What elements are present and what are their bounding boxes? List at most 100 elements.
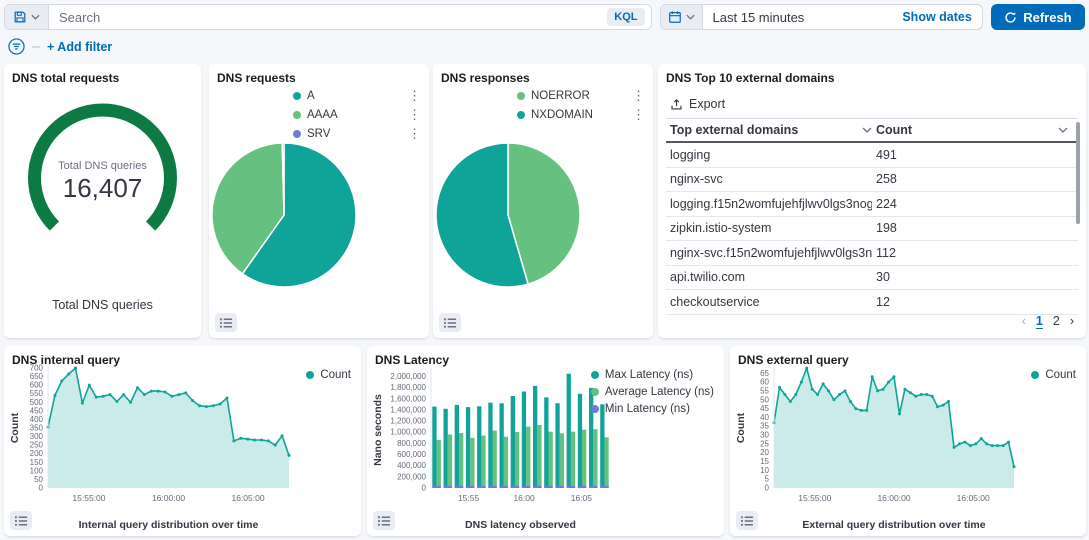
legend-dot [517,111,525,119]
pagination-page-1[interactable]: 1 [1036,314,1043,328]
cell-count: 491 [872,148,1078,162]
time-range-label[interactable]: Last 15 minutes [713,10,805,25]
calendar-icon [668,10,682,24]
legend-toggle-button[interactable] [439,313,461,332]
refresh-icon [1004,11,1017,24]
date-quick-select-button[interactable] [661,5,703,29]
svg-text:1,400,000: 1,400,000 [390,405,426,414]
panel-dns-external-query: DNS external query 051015202530354045505… [730,346,1086,536]
gauge-footer-label: Total DNS queries [4,298,201,312]
cell-domain: api.twilio.com [666,270,872,284]
svg-text:200: 200 [30,449,44,458]
legend-label: Count [320,369,351,381]
legend-item-count[interactable]: Count [1031,369,1076,381]
export-button[interactable]: Export [670,97,725,111]
panel-dns-internal-query: DNS internal query 050100150200250300350… [4,346,361,536]
legend-dot [293,130,301,138]
svg-text:25: 25 [760,439,769,448]
panel-dns-requests: DNS requests A⋮AAAA⋮SRV⋮ [209,64,429,338]
legend-actions-icon[interactable]: ⋮ [408,129,421,139]
svg-text:30: 30 [760,431,769,440]
show-dates-button[interactable]: Show dates [902,10,971,24]
svg-text:16:00:00: 16:00:00 [152,493,185,503]
svg-text:150: 150 [30,458,44,467]
table-row[interactable]: logging491 [666,143,1078,168]
svg-text:800,000: 800,000 [397,439,426,448]
legend-toggle-button[interactable] [10,511,32,530]
search-input[interactable] [49,10,607,25]
svg-text:15: 15 [760,457,769,466]
chevron-down-icon [686,14,695,20]
legend-item-min-latency-ns-[interactable]: Min Latency (ns) [591,403,690,415]
legend-actions-icon[interactable]: ⋮ [632,110,645,120]
column-header-domains[interactable]: Top external domains [666,123,872,137]
legend-item-nxdomain[interactable]: NXDOMAIN ⋮ [517,109,645,121]
legend-label: NOERROR [531,90,590,102]
svg-text:External query distribution ov: External query distribution over time [802,519,985,531]
svg-text:Nano seconds: Nano seconds [372,394,384,466]
svg-text:1,200,000: 1,200,000 [390,417,426,426]
legend-toggle-button[interactable] [373,511,395,530]
cell-count: 198 [872,221,1078,235]
legend-dot [1031,371,1039,379]
legend-item-noerror[interactable]: NOERROR ⋮ [517,90,645,102]
legend-item-max-latency-ns-[interactable]: Max Latency (ns) [591,369,693,381]
cell-count: 224 [872,197,1078,211]
legend-actions-icon[interactable]: ⋮ [632,91,645,101]
svg-text:1,000,000: 1,000,000 [390,428,426,437]
area-chart[interactable]: 0501001502002503003504004505005506006507… [8,360,359,534]
table-scrollbar[interactable] [1076,122,1080,224]
legend-toggle-button[interactable] [215,313,237,332]
svg-text:15:55:00: 15:55:00 [72,493,105,503]
legend-toggle-button[interactable] [736,511,758,530]
table-row[interactable]: nginx-svc258 [666,168,1078,193]
column-header-count[interactable]: Count [872,123,1078,137]
svg-text:0: 0 [422,484,427,493]
panel-title: DNS Top 10 external domains [666,71,835,85]
svg-text:600,000: 600,000 [397,450,426,459]
saved-query-menu-button[interactable] [5,5,49,29]
table-row[interactable]: api.twilio.com30 [666,266,1078,291]
pagination-next-icon[interactable]: › [1070,314,1074,328]
svg-text:200,000: 200,000 [397,472,426,481]
legend-item-a[interactable]: A⋮ [293,90,421,102]
legend-label: Min Latency (ns) [605,403,690,415]
svg-text:400: 400 [30,415,44,424]
legend-item-average-latency-ns-[interactable]: Average Latency (ns) [591,386,714,398]
chevron-down-icon [31,14,40,20]
table-row[interactable]: checkoutservice12 [666,290,1078,315]
legend-actions-icon[interactable]: ⋮ [408,110,421,120]
pagination-prev-icon[interactable]: ‹ [1022,314,1026,328]
cell-count: 258 [872,172,1078,186]
svg-text:650: 650 [30,372,44,381]
legend-dot [591,371,599,379]
area-chart[interactable]: 0510152025303540455055606515:55:0016:00:… [734,360,1084,534]
table-row[interactable]: zipkin.istio-system198 [666,217,1078,242]
column-label: Count [876,123,912,137]
add-filter-button[interactable]: + Add filter [47,40,112,54]
export-icon [670,98,683,111]
legend-dot [306,371,314,379]
legend-item-count[interactable]: Count [306,369,351,381]
legend-actions-icon[interactable]: ⋮ [408,91,421,101]
svg-text:5: 5 [765,475,770,484]
filter-icon[interactable] [8,38,25,55]
svg-text:350: 350 [30,424,44,433]
table-row[interactable]: logging.f15n2womfujehfjlwv0lgs3nog....22… [666,192,1078,217]
column-label: Top external domains [670,123,798,137]
chart-legend: Count [1031,369,1076,381]
dns-dashboard: KQL Last 15 minutes Show dates Refresh [0,0,1089,540]
svg-text:65: 65 [760,369,769,378]
legend-item-srv[interactable]: SRV⋮ [293,128,421,140]
legend-item-aaaa[interactable]: AAAA⋮ [293,109,421,121]
refresh-button[interactable]: Refresh [991,4,1085,30]
table-row[interactable]: nginx-svc.f15n2womfujehfjlwv0lgs3no...11… [666,241,1078,266]
panel-dns-total-requests: DNS total requests Total DNS queries 16,… [4,64,201,338]
search-field-wrap: KQL [49,5,651,29]
kql-badge[interactable]: KQL [607,8,644,26]
svg-text:40: 40 [760,413,769,422]
legend-dot [591,405,599,413]
legend-label: NXDOMAIN [531,109,593,121]
pagination-page-2[interactable]: 2 [1053,314,1060,328]
refresh-label: Refresh [1023,10,1071,25]
